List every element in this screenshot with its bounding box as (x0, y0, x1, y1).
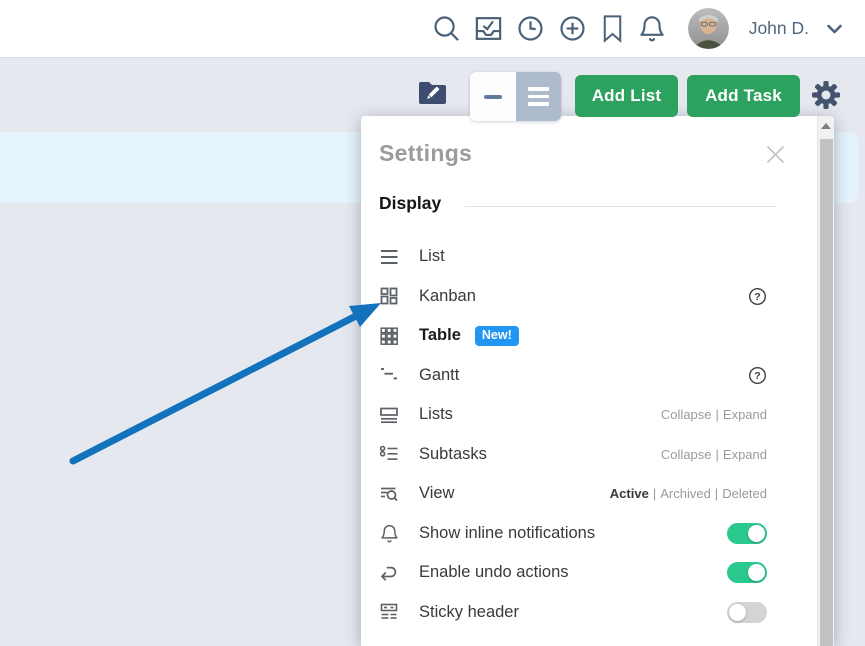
row-gantt[interactable]: Gantt ? (378, 356, 767, 396)
view-option-archived[interactable]: Archived (660, 486, 711, 501)
inline-notifications-toggle[interactable] (727, 523, 767, 544)
row-list[interactable]: List (378, 237, 767, 277)
settings-panel: Settings Display List Kanban (361, 116, 834, 646)
list-view-icon[interactable] (516, 72, 562, 121)
add-list-button[interactable]: Add List (575, 75, 678, 117)
chevron-down-icon[interactable] (826, 23, 843, 35)
expand-link[interactable]: Expand (723, 407, 767, 422)
view-option-deleted[interactable]: Deleted (722, 486, 767, 501)
top-navigation-bar: John D. (0, 0, 865, 58)
bell-icon (378, 523, 400, 544)
scrollbar[interactable] (817, 116, 834, 646)
row-inline-notifications[interactable]: Show inline notifications (378, 514, 767, 554)
collapse-link[interactable]: Collapse (661, 407, 712, 422)
expand-link[interactable]: Expand (723, 447, 767, 462)
scrollbar-up-arrow[interactable] (818, 116, 834, 136)
row-subtasks[interactable]: Subtasks Collapse | Expand (378, 435, 767, 475)
subtasks-icon (378, 443, 400, 465)
help-icon[interactable]: ? (748, 287, 767, 306)
user-avatar[interactable] (688, 8, 729, 49)
sticky-header-toggle[interactable] (727, 602, 767, 623)
bookmark-icon[interactable] (599, 13, 626, 44)
user-name[interactable]: John D. (749, 18, 809, 39)
view-option-active[interactable]: Active (610, 486, 649, 501)
search-icon[interactable] (431, 13, 462, 44)
bell-icon[interactable] (637, 13, 667, 44)
gantt-icon (378, 364, 400, 386)
row-table[interactable]: Table New! (378, 316, 767, 356)
lists-icon (378, 404, 400, 426)
settings-rows: List Kanban ? (378, 237, 767, 632)
folder-edit-icon[interactable] (416, 77, 449, 108)
row-lists[interactable]: Lists Collapse | Expand (378, 395, 767, 435)
row-sticky-header[interactable]: Sticky header (378, 593, 767, 633)
scrollbar-thumb[interactable] (820, 139, 833, 646)
topbar-actions: John D. (431, 0, 843, 57)
list-icon (378, 246, 400, 268)
add-task-button[interactable]: Add Task (687, 75, 800, 117)
row-kanban[interactable]: Kanban ? (378, 277, 767, 317)
row-view[interactable]: View Active | Archived | Deleted (378, 474, 767, 514)
collapse-link[interactable]: Collapse (661, 447, 712, 462)
undo-actions-toggle[interactable] (727, 562, 767, 583)
help-icon[interactable]: ? (748, 366, 767, 385)
new-badge: New! (475, 326, 519, 346)
svg-text:?: ? (754, 291, 760, 303)
undo-icon (378, 562, 400, 584)
view-search-icon (378, 483, 400, 505)
inbox-check-icon[interactable] (473, 13, 504, 44)
add-circle-icon[interactable] (557, 13, 588, 44)
section-divider (465, 206, 777, 207)
table-icon (378, 325, 400, 347)
close-icon[interactable] (765, 144, 786, 165)
panel-title: Settings (379, 140, 472, 167)
gear-icon[interactable] (811, 80, 841, 110)
clock-icon[interactable] (515, 13, 546, 44)
svg-text:?: ? (754, 370, 760, 382)
collapse-minus-icon[interactable] (470, 72, 516, 121)
section-title: Display (379, 193, 441, 214)
kanban-icon (378, 285, 400, 307)
row-undo-actions[interactable]: Enable undo actions (378, 553, 767, 593)
sticky-header-icon (378, 601, 400, 623)
view-density-segmented-control (470, 72, 561, 121)
